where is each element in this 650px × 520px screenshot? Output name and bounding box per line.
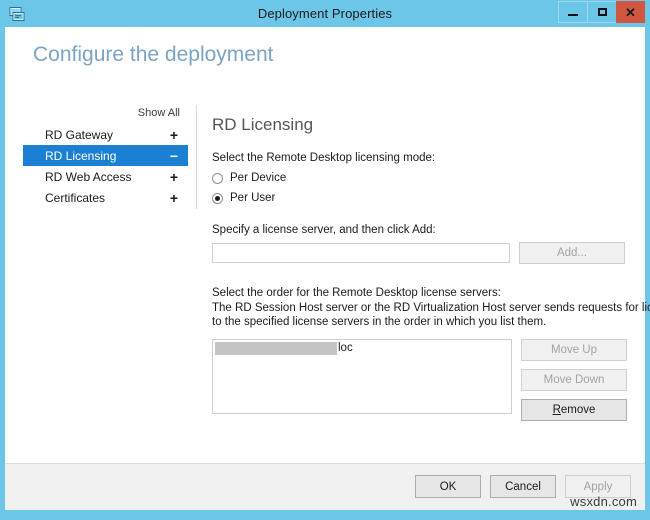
collapse-minus-icon[interactable]: − — [170, 149, 178, 163]
move-down-button[interactable]: Move Down — [521, 369, 627, 391]
remove-button[interactable]: Remove — [521, 399, 627, 421]
radio-per-user[interactable]: Per User — [212, 190, 632, 206]
window-title: Deployment Properties — [5, 6, 645, 21]
licensing-mode-label: Select the Remote Desktop licensing mode… — [212, 152, 632, 164]
remove-button-accelerator: R — [553, 404, 561, 416]
license-servers-row: loc Move Up Move Down Remove — [212, 339, 632, 421]
license-server-label: Specify a license server, and then click… — [212, 224, 632, 236]
license-server-input-row: Add... — [212, 242, 632, 264]
license-order-description: Select the order for the Remote Desktop … — [212, 286, 632, 330]
deployment-properties-window: Deployment Properties ✕ Configure the de… — [0, 0, 650, 520]
ok-button[interactable]: OK — [415, 475, 481, 498]
radio-per-device-label: Per Device — [230, 172, 286, 184]
list-item[interactable]: loc — [214, 341, 510, 356]
section-title: RD Licensing — [212, 115, 632, 135]
radio-per-user-indicator[interactable] — [212, 193, 223, 204]
title-bar[interactable]: Deployment Properties ✕ — [5, 0, 645, 27]
redacted-server-name — [215, 342, 337, 355]
dialog-footer: OK Cancel Apply wsxdn.com — [5, 463, 645, 510]
sidebar-item-label: RD Gateway — [45, 128, 113, 142]
move-up-button[interactable]: Move Up — [521, 339, 627, 361]
sidebar-item-certificates[interactable]: Certificates + — [23, 187, 188, 208]
license-servers-listbox[interactable]: loc — [212, 339, 512, 414]
sidebar-item-label: RD Web Access — [45, 170, 131, 184]
cancel-button[interactable]: Cancel — [490, 475, 556, 498]
radio-per-device-indicator[interactable] — [212, 173, 223, 184]
order-label: Select the order for the Remote Desktop … — [212, 286, 632, 301]
maximize-icon — [598, 8, 607, 16]
list-action-buttons: Move Up Move Down Remove — [521, 339, 627, 421]
minimize-button[interactable] — [558, 1, 587, 23]
show-all-link[interactable]: Show All — [138, 107, 180, 119]
sidebar-item-rd-licensing[interactable]: RD Licensing − — [23, 145, 188, 166]
add-button[interactable]: Add... — [519, 242, 625, 264]
list-item-label: loc — [338, 342, 353, 354]
remove-button-label: emove — [561, 404, 596, 416]
expand-plus-icon[interactable]: + — [170, 191, 178, 205]
radio-per-device[interactable]: Per Device — [212, 170, 632, 186]
close-icon: ✕ — [625, 6, 636, 19]
window-controls: ✕ — [558, 1, 645, 23]
order-desc-line-2: to the specified license servers in the … — [212, 315, 632, 330]
license-server-input[interactable] — [212, 243, 510, 263]
sidebar-item-rd-gateway[interactable]: RD Gateway + — [23, 124, 188, 145]
client-area: Configure the deployment Show All RD Gat… — [5, 27, 645, 510]
watermark: wsxdn.com — [570, 494, 637, 509]
show-all-row: Show All — [23, 103, 188, 121]
main-content: RD Licensing Select the Remote Desktop l… — [212, 115, 632, 421]
minimize-icon — [568, 14, 578, 16]
sidebar-item-rd-web-access[interactable]: RD Web Access + — [23, 166, 188, 187]
maximize-button[interactable] — [587, 1, 616, 23]
expand-plus-icon[interactable]: + — [170, 128, 178, 142]
page-title: Configure the deployment — [33, 43, 274, 67]
order-desc-line-1: The RD Session Host server or the RD Vir… — [212, 301, 632, 316]
close-button[interactable]: ✕ — [616, 1, 645, 23]
radio-per-user-label: Per User — [230, 192, 275, 204]
sidebar-item-label: Certificates — [45, 191, 105, 205]
sidebar-item-label: RD Licensing — [45, 149, 116, 163]
remote-desktop-icon — [8, 5, 26, 23]
sidebar: Show All RD Gateway + RD Licensing − RD … — [23, 103, 188, 208]
expand-plus-icon[interactable]: + — [170, 170, 178, 184]
sidebar-divider — [196, 105, 197, 209]
